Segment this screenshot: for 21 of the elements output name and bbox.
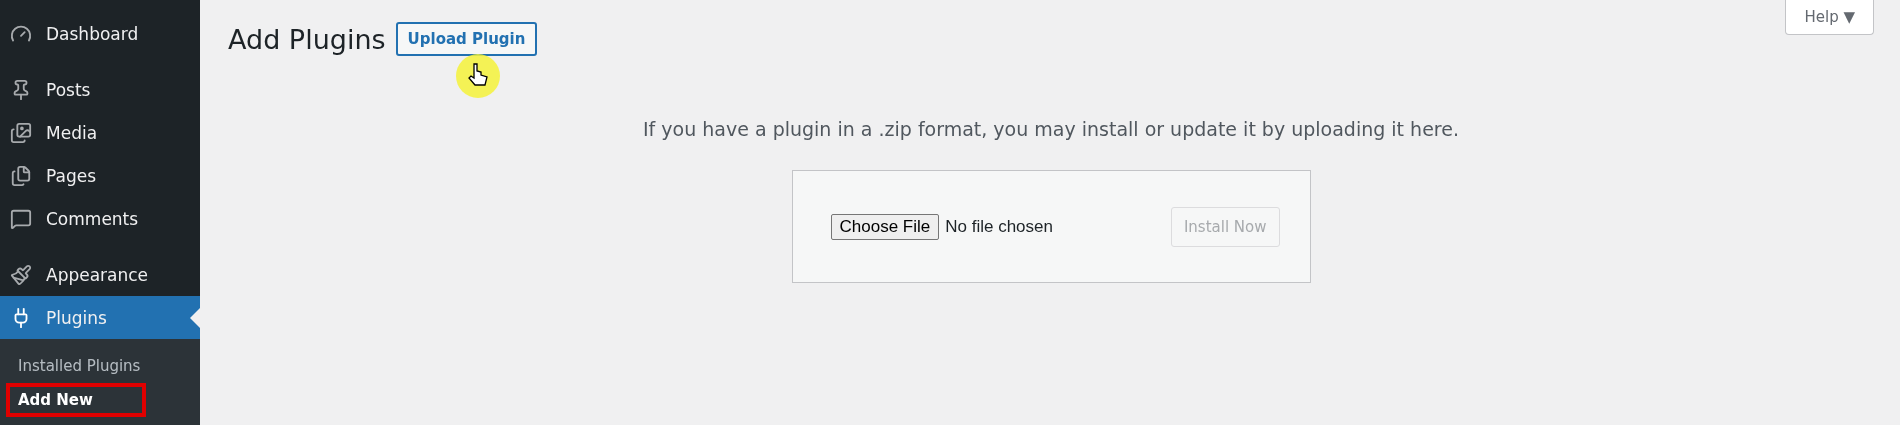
menu-item[interactable]: Posts bbox=[0, 68, 200, 111]
current-pointer bbox=[190, 308, 200, 328]
menu-item[interactable]: Plugins bbox=[0, 296, 200, 339]
pages-icon bbox=[10, 164, 32, 187]
menu-item[interactable]: Dashboard bbox=[0, 12, 200, 55]
cursor-highlight-icon bbox=[456, 54, 500, 98]
page-title: Add Plugins bbox=[228, 23, 386, 55]
images-icon bbox=[10, 121, 32, 144]
menu-item[interactable]: Pages bbox=[0, 154, 200, 197]
upload-description: If you have a plugin in a .zip format, you may install or update it by uploading it here. bbox=[642, 118, 1460, 140]
upload-plugin-button[interactable]: Upload Plugin bbox=[395, 22, 538, 56]
choose-file-button[interactable]: Choose File bbox=[830, 213, 940, 240]
paintbrush-icon bbox=[10, 263, 32, 286]
menu-item[interactable]: Comments bbox=[0, 197, 200, 240]
submenu-item[interactable]: Installed Plugins bbox=[6, 349, 146, 383]
file-status: No file chosen bbox=[945, 216, 1053, 237]
menu-item[interactable]: Media bbox=[0, 111, 200, 154]
submenu-item[interactable]: Add New bbox=[6, 383, 146, 417]
menu-item[interactable]: Appearance bbox=[0, 253, 200, 296]
help-button[interactable]: Help ▼ bbox=[1785, 0, 1874, 35]
speech-bubble-icon bbox=[10, 207, 32, 230]
